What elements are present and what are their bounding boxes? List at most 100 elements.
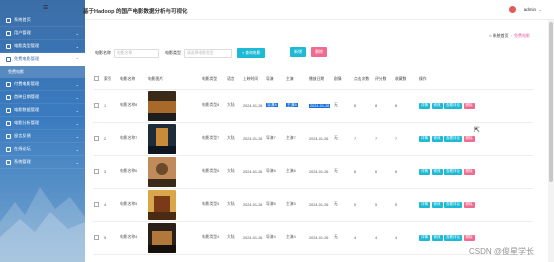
chevron-down-icon: ⌄: [75, 81, 79, 87]
table-row: 5 电影名称4 电影类型4 大陆 2024-01-26 导演4 主演4 2024…: [93, 221, 533, 255]
forum-icon: [6, 146, 11, 152]
add-button[interactable]: 新增: [290, 47, 306, 57]
view-reviews-button[interactable]: 查看评论: [444, 168, 462, 175]
scrollbar-thumb[interactable]: [549, 22, 553, 182]
sidebar-item-movie-types[interactable]: 电影类型管理 ⌄: [0, 40, 85, 53]
edit-button[interactable]: 修改: [431, 234, 443, 241]
breadcrumb-home[interactable]: 系统首页: [493, 33, 509, 38]
cell-clicks: 6: [353, 155, 374, 189]
cell-fav: 4: [394, 221, 418, 255]
cell-type: 电影类型7: [201, 122, 226, 156]
search-label-name: 电影名称: [95, 50, 111, 55]
chevron-down-icon: ⌄: [75, 146, 79, 152]
cell-image: [147, 188, 201, 222]
col-type: 电影类型: [201, 70, 226, 90]
avatar[interactable]: [509, 6, 516, 13]
user-icon: [6, 30, 11, 36]
cell-director: 导演5: [265, 188, 285, 222]
detail-button[interactable]: 详情: [419, 102, 430, 109]
film-icon: [6, 81, 11, 87]
cell-score: 7: [374, 122, 394, 156]
top-header: ≡ 基于Hadoop 的国产电影数据分析与可视化 admin ⌄: [43, 0, 554, 20]
sidebar-item-free-movies[interactable]: 免费电影管理 ⌃: [0, 53, 85, 66]
cell-plot: 无: [333, 122, 353, 156]
select-all-checkbox[interactable]: [94, 76, 99, 82]
cell-image: [147, 221, 201, 255]
col-clicks: 点击次数: [353, 70, 374, 90]
chevron-down-icon: ⌄: [75, 94, 79, 100]
detail-button[interactable]: 详情: [419, 201, 430, 208]
search-button[interactable]: ⌕ 查询电影: [237, 48, 266, 58]
row-checkbox[interactable]: [94, 234, 99, 240]
cell-type: 电影类型8: [201, 89, 226, 123]
col-score: 评分数: [374, 70, 394, 90]
sidebar-item-movie-data[interactable]: 电影数据管理 ⌄: [0, 104, 85, 117]
cell-type: 电影类型5: [201, 188, 226, 222]
cell-date: 2024-01-26: [242, 188, 265, 222]
row-checkbox[interactable]: [94, 201, 99, 207]
hamburger-menu-icon[interactable]: ≡: [43, 2, 48, 12]
view-reviews-button[interactable]: 查看评论: [444, 135, 462, 142]
cell-ops: 详情 修改 查看评论 删除: [418, 155, 533, 189]
chevron-down-icon: ⌄: [75, 30, 79, 36]
chevron-down-icon: ⌄: [75, 43, 79, 49]
row-delete-button[interactable]: 删除: [463, 168, 475, 175]
col-index: 索引: [103, 70, 119, 90]
cell-clicks: 5: [353, 188, 374, 222]
cell-type: 电影类型6: [201, 155, 226, 189]
cell-fav: 7: [394, 122, 418, 156]
cell-image: [147, 155, 201, 189]
cell-play-date: 2024-01-26: [308, 188, 333, 222]
sidebar-item-paid-movies[interactable]: 付费电影管理 ⌄: [0, 78, 85, 91]
movie-name-input[interactable]: 电影名称: [114, 48, 159, 58]
sidebar-item-forum[interactable]: 在线论坛 ⌄: [0, 143, 85, 156]
sidebar-item-home[interactable]: 系统首页: [0, 14, 85, 27]
sidebar-item-feedback[interactable]: 留言反馈 ⌄: [0, 130, 85, 143]
detail-button[interactable]: 详情: [419, 135, 430, 142]
cell-name: 电影名称4: [119, 221, 147, 255]
row-delete-button[interactable]: 删除: [463, 135, 475, 142]
view-reviews-button[interactable]: 查看评论: [444, 102, 462, 109]
edit-button[interactable]: 修改: [431, 201, 443, 208]
sidebar-subitem-free-movie[interactable]: 免费电影: [0, 66, 85, 78]
view-reviews-button[interactable]: 查看评论: [444, 201, 462, 208]
sidebar-item-analysis[interactable]: 电影分析管理 ⌄: [0, 117, 85, 130]
view-reviews-button[interactable]: 查看评论: [444, 234, 462, 241]
row-checkbox[interactable]: [94, 135, 99, 141]
sidebar: 系统首页 用户管理 ⌄ 电影类型管理 ⌄ 免费电影管理 ⌃ 免费电影 付费电影管理 ⌄ …: [0, 0, 85, 262]
row-checkbox[interactable]: [94, 102, 99, 108]
col-fav: 收藏数: [394, 70, 418, 90]
cell-play-date: 2024-01-26: [308, 155, 333, 189]
user-name[interactable]: admin: [524, 7, 536, 12]
sidebar-item-premiere[interactable]: 首映日期管理 ⌄: [0, 91, 85, 104]
movie-table: 索引 电影名称 电影图片 电影类型 语言 上映时间 导演 主演 播放日期 剧情 …: [93, 70, 533, 255]
row-delete-button[interactable]: 删除: [463, 102, 475, 109]
cell-play-date: 2024-01-26: [308, 221, 333, 255]
edit-button[interactable]: 修改: [431, 102, 443, 109]
detail-button[interactable]: 详情: [419, 234, 430, 241]
movie-type-select[interactable]: 请选择电影类型: [184, 48, 232, 58]
row-checkbox[interactable]: [94, 168, 99, 174]
home-icon: ⌂: [489, 33, 492, 38]
edit-button[interactable]: 修改: [431, 168, 443, 175]
col-date: 上映时间: [242, 70, 265, 90]
delete-button[interactable]: 删除: [311, 47, 327, 57]
cell-clicks: 4: [353, 221, 374, 255]
movie-poster: [148, 222, 176, 253]
cell-fav: 6: [394, 155, 418, 189]
cell-index: 1: [103, 89, 119, 123]
cell-director: 导演4: [265, 221, 285, 255]
detail-button[interactable]: 详情: [419, 168, 430, 175]
database-icon: [6, 107, 11, 113]
chevron-down-icon: ⌄: [75, 120, 79, 126]
cell-date: 2024-01-26: [242, 122, 265, 156]
cell-director: 导演6: [265, 155, 285, 189]
row-delete-button[interactable]: 删除: [463, 234, 475, 241]
chevron-down-icon[interactable]: ⌄: [539, 7, 542, 12]
edit-button[interactable]: 修改: [431, 135, 443, 142]
sidebar-item-users[interactable]: 用户管理 ⌄: [0, 27, 85, 40]
row-delete-button[interactable]: 删除: [463, 201, 475, 208]
table-row: 1 电影名称8 电影类型8 大陆 2024-01-26 导演8 主演8 2024…: [93, 89, 533, 123]
cell-type: 电影类型4: [201, 221, 226, 255]
list-icon: [6, 43, 11, 49]
